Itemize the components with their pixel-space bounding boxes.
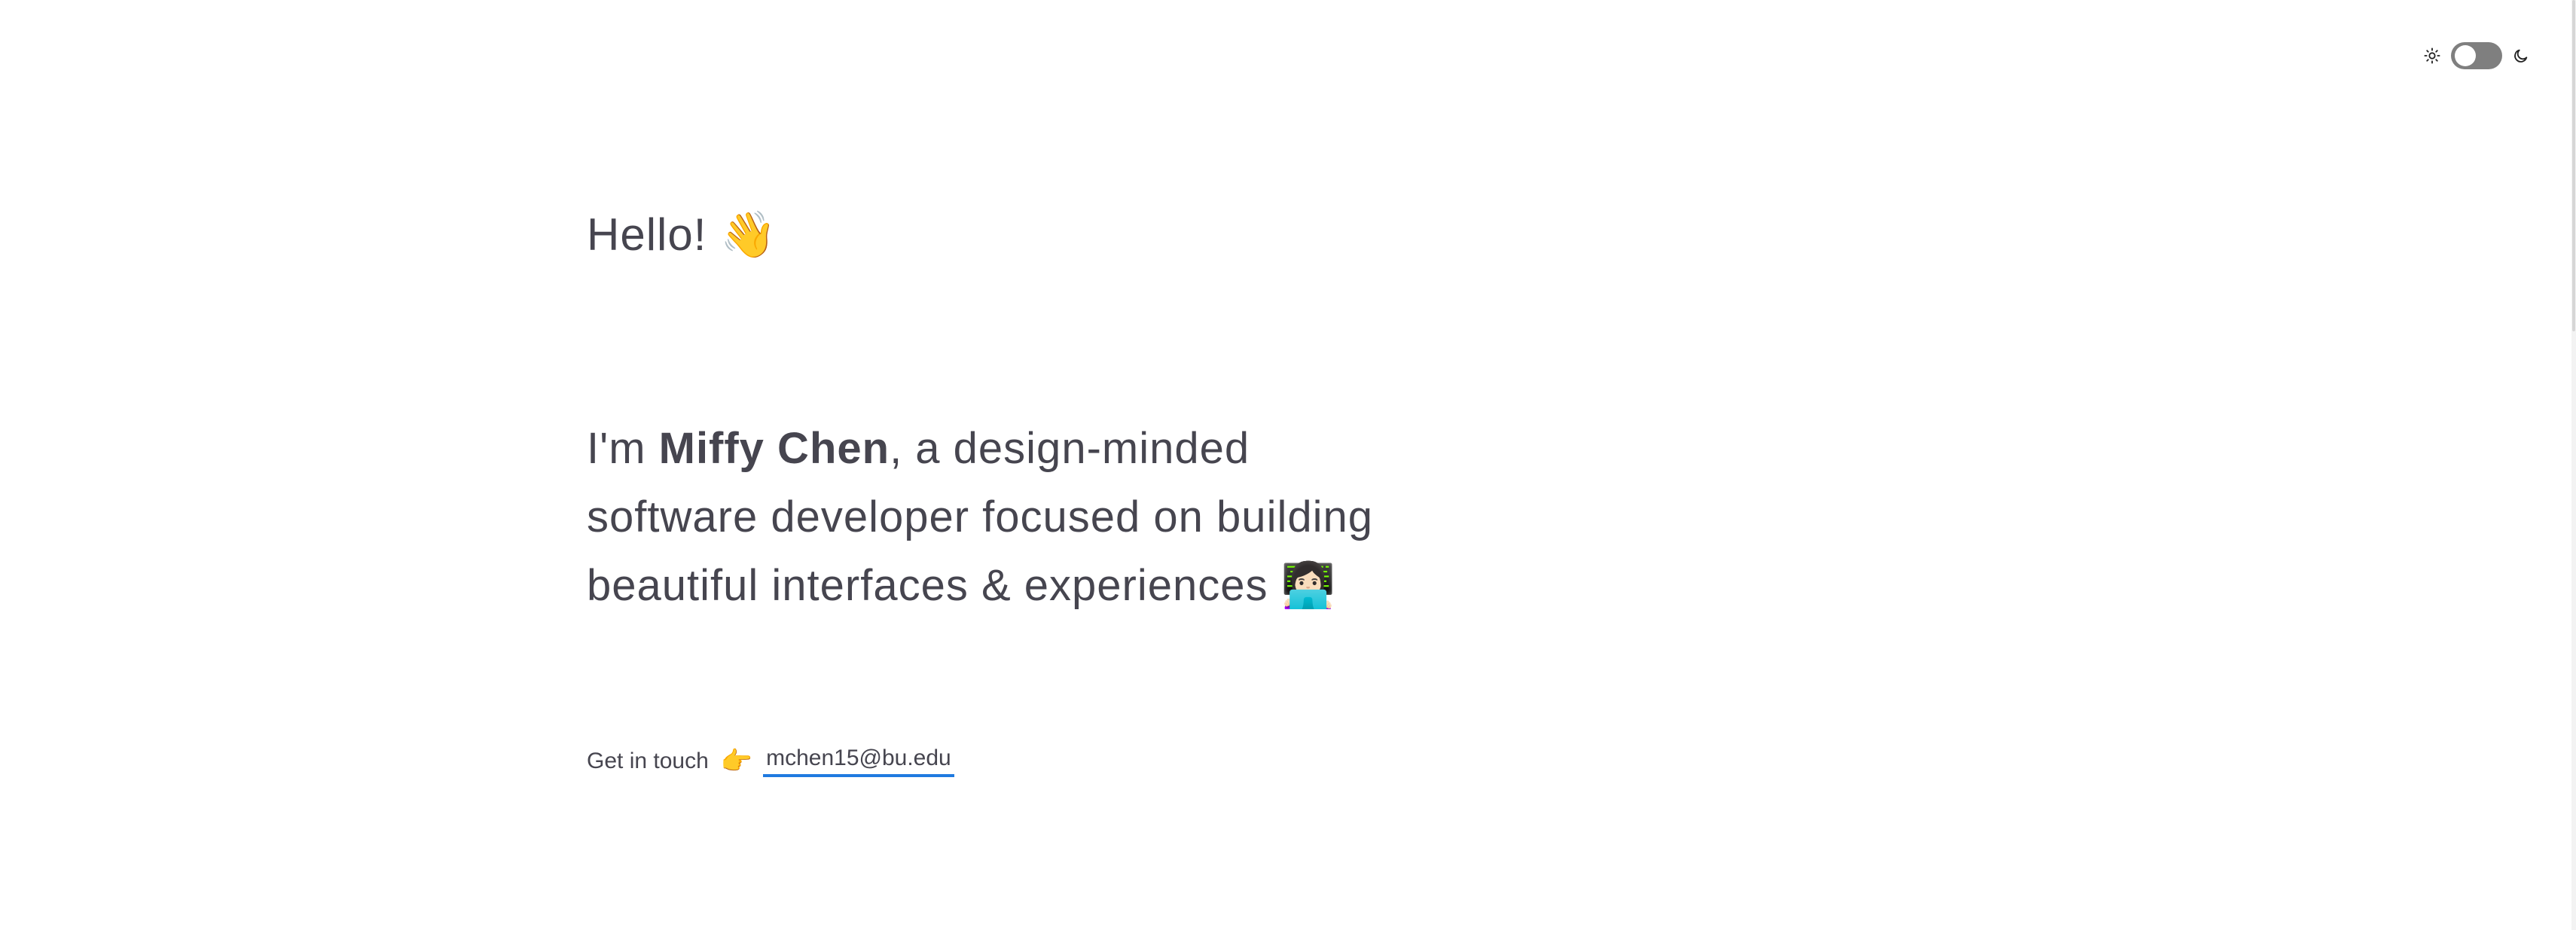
intro-paragraph: I'm Miffy Chen, a design-minded software… bbox=[587, 414, 1453, 620]
scrollbar[interactable] bbox=[2571, 0, 2576, 930]
intro-line-1-rest: , a design-minded bbox=[890, 424, 1250, 473]
technologist-icon: 👩🏻‍💻 bbox=[1280, 560, 1336, 611]
scrollbar-thumb[interactable] bbox=[2572, 0, 2575, 331]
intro-prefix: I'm bbox=[587, 424, 659, 473]
contact-label: Get in touch bbox=[587, 749, 709, 773]
author-name: Miffy Chen bbox=[658, 424, 890, 473]
intro-line-2: software developer focused on building bbox=[587, 492, 1373, 541]
pointing-hand-icon: 👉 bbox=[720, 746, 753, 776]
intro-line-3: beautiful interfaces & experiences 👩🏻‍💻 bbox=[587, 551, 1453, 620]
page: Hello! 👋 I'm Miffy Chen, a design-minded… bbox=[0, 0, 2576, 930]
intro-line-3-text: beautiful interfaces & experiences bbox=[587, 561, 1268, 610]
contact-row: Get in touch 👉 mchen15@bu.edu bbox=[587, 746, 954, 777]
theme-toggle bbox=[2424, 42, 2529, 69]
sun-icon bbox=[2424, 47, 2440, 64]
intro-line-1: I'm Miffy Chen, a design-minded bbox=[587, 414, 1453, 483]
email-link[interactable]: mchen15@bu.edu bbox=[763, 746, 954, 777]
greeting-heading: Hello! 👋 bbox=[587, 208, 777, 262]
greeting-text: Hello! bbox=[587, 209, 707, 260]
theme-switch[interactable] bbox=[2451, 42, 2502, 69]
moon-icon bbox=[2513, 47, 2529, 64]
theme-switch-knob bbox=[2455, 45, 2476, 66]
waving-hand-icon: 👋 bbox=[720, 209, 777, 261]
